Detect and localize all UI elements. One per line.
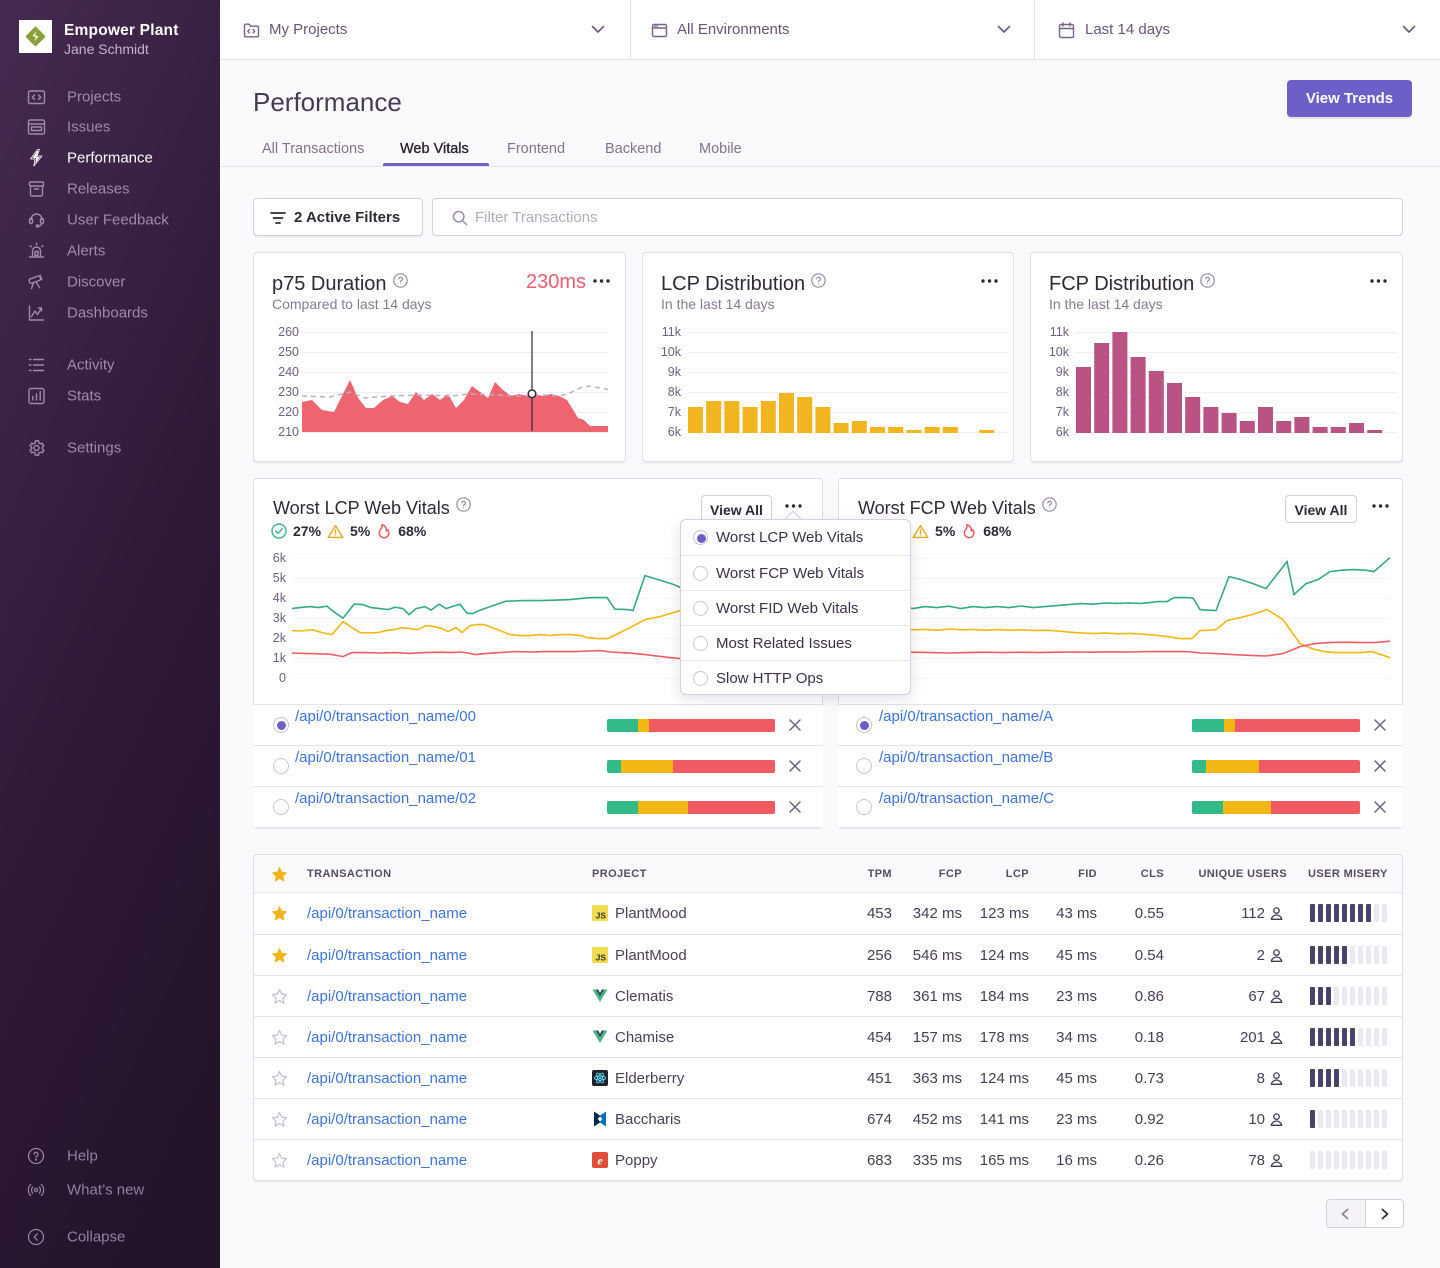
svg-text:JS: JS xyxy=(596,953,607,963)
svg-text:JS: JS xyxy=(596,911,607,921)
svg-text:e: e xyxy=(597,1154,603,1168)
